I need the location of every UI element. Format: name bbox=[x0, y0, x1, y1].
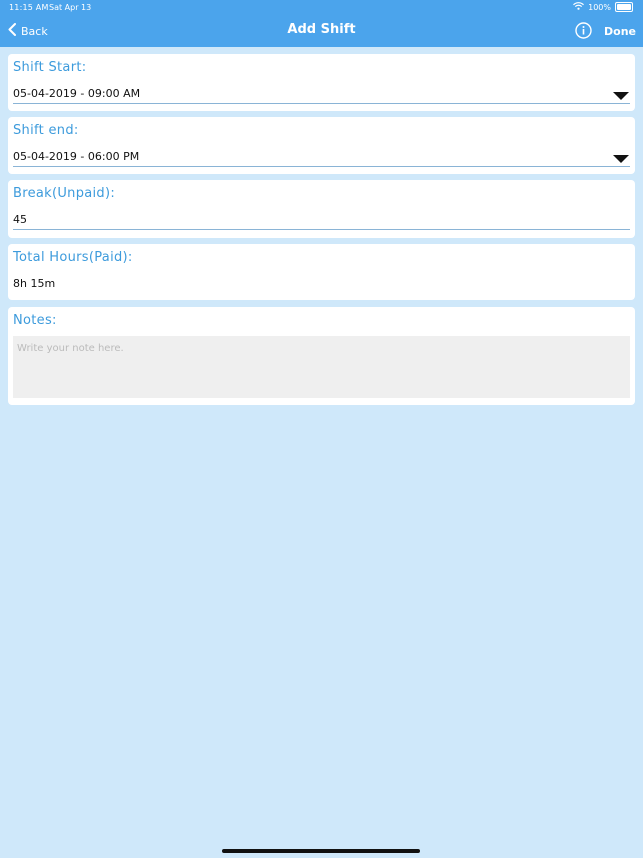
break-label: Break(Unpaid): bbox=[13, 186, 116, 201]
break-input[interactable]: 45 bbox=[13, 213, 27, 226]
status-date: Sat Apr 13 bbox=[49, 3, 92, 12]
back-button[interactable]: Back bbox=[8, 23, 48, 39]
total-hours-card: Total Hours(Paid): 8h 15m bbox=[8, 244, 635, 300]
page-title: Add Shift bbox=[287, 22, 356, 37]
notes-label: Notes: bbox=[13, 313, 57, 328]
info-button[interactable] bbox=[575, 22, 592, 39]
dropdown-arrow-icon[interactable] bbox=[613, 92, 629, 100]
shift-start-label: Shift Start: bbox=[13, 60, 87, 75]
navigation-bar: 11:15 AM Sat Apr 13 100% Back Add Shift bbox=[0, 0, 643, 47]
notes-textarea[interactable] bbox=[13, 336, 630, 398]
shift-start-value[interactable]: 05-04-2019 - 09:00 AM bbox=[13, 87, 140, 100]
notes-card: Notes: bbox=[8, 307, 635, 405]
wifi-icon bbox=[573, 2, 585, 12]
shift-end-value[interactable]: 05-04-2019 - 06:00 PM bbox=[13, 150, 139, 163]
break-card: Break(Unpaid): 45 bbox=[8, 180, 635, 238]
home-indicator[interactable] bbox=[222, 849, 420, 853]
total-hours-label: Total Hours(Paid): bbox=[13, 250, 133, 265]
field-underline bbox=[13, 229, 630, 230]
battery-icon bbox=[615, 2, 633, 12]
shift-end-card: Shift end: 05-04-2019 - 06:00 PM bbox=[8, 117, 635, 174]
back-label: Back bbox=[21, 24, 48, 38]
chevron-left-icon bbox=[8, 23, 16, 39]
shift-start-card: Shift Start: 05-04-2019 - 09:00 AM bbox=[8, 54, 635, 111]
info-icon bbox=[575, 22, 592, 39]
done-button[interactable]: Done bbox=[604, 25, 636, 38]
status-time: 11:15 AM bbox=[9, 3, 49, 12]
dropdown-arrow-icon[interactable] bbox=[613, 155, 629, 163]
total-hours-value: 8h 15m bbox=[13, 277, 56, 290]
shift-end-label: Shift end: bbox=[13, 123, 79, 138]
field-underline bbox=[13, 103, 630, 104]
battery-percent: 100% bbox=[588, 2, 611, 12]
status-indicators: 100% bbox=[573, 2, 633, 12]
field-underline bbox=[13, 166, 630, 167]
